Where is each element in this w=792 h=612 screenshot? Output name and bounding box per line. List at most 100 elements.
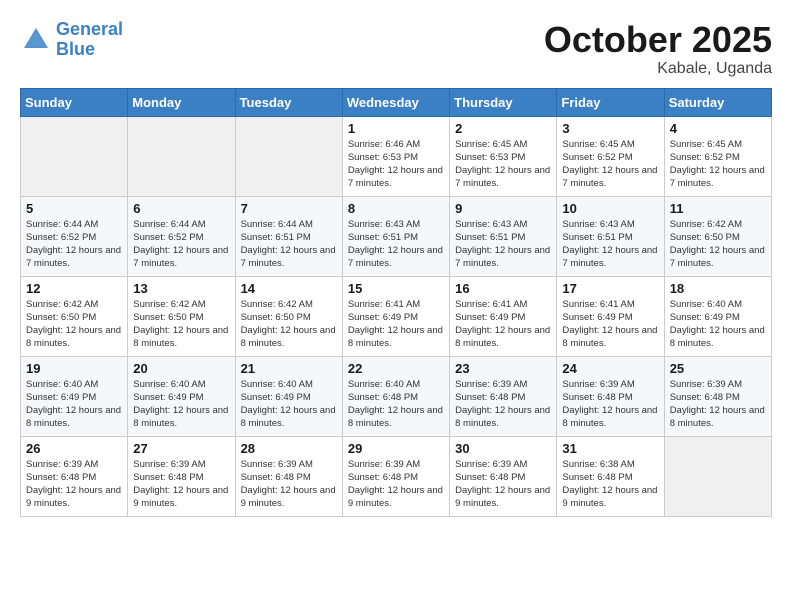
calendar-cell	[664, 436, 771, 516]
day-number: 26	[26, 441, 122, 456]
day-number: 16	[455, 281, 551, 296]
day-info: Sunrise: 6:39 AM Sunset: 6:48 PM Dayligh…	[455, 378, 551, 431]
weekday-header-friday: Friday	[557, 88, 664, 116]
day-number: 23	[455, 361, 551, 376]
day-number: 3	[562, 121, 658, 136]
calendar-cell: 17 Sunrise: 6:41 AM Sunset: 6:49 PM Dayli…	[557, 276, 664, 356]
day-info: Sunrise: 6:43 AM Sunset: 6:51 PM Dayligh…	[348, 218, 444, 271]
day-number: 27	[133, 441, 229, 456]
day-number: 25	[670, 361, 766, 376]
calendar-cell: 8 Sunrise: 6:43 AM Sunset: 6:51 PM Daylig…	[342, 196, 449, 276]
weekday-header-monday: Monday	[128, 88, 235, 116]
page-header: General Blue October 2025 Kabale, Uganda	[20, 20, 772, 78]
calendar-cell: 27 Sunrise: 6:39 AM Sunset: 6:48 PM Dayli…	[128, 436, 235, 516]
title-block: October 2025 Kabale, Uganda	[544, 20, 772, 78]
calendar-cell: 21Sunrise: 6:40 AM Sunset: 6:49 PM Dayli…	[235, 356, 342, 436]
calendar-cell: 31 Sunrise: 6:38 AM Sunset: 6:48 PM Dayli…	[557, 436, 664, 516]
calendar-cell: 22 Sunrise: 6:40 AM Sunset: 6:48 PM Dayli…	[342, 356, 449, 436]
day-number: 24	[562, 361, 658, 376]
day-number: 30	[455, 441, 551, 456]
calendar-cell: 3 Sunrise: 6:45 AM Sunset: 6:52 PM Daylig…	[557, 116, 664, 196]
calendar-cell: 1 Sunrise: 6:46 AM Sunset: 6:53 PM Daylig…	[342, 116, 449, 196]
day-number: 22	[348, 361, 444, 376]
day-info: Sunrise: 6:40 AM Sunset: 6:49 PM Dayligh…	[670, 298, 766, 351]
day-number: 31	[562, 441, 658, 456]
day-info: Sunrise: 6:42 AM Sunset: 6:50 PM Dayligh…	[241, 298, 337, 351]
calendar-cell: 19Sunrise: 6:40 AM Sunset: 6:49 PM Dayli…	[21, 356, 128, 436]
day-info: Sunrise: 6:42 AM Sunset: 6:50 PM Dayligh…	[670, 218, 766, 271]
day-number: 9	[455, 201, 551, 216]
calendar-cell: 28 Sunrise: 6:39 AM Sunset: 6:48 PM Dayli…	[235, 436, 342, 516]
calendar-cell: 10 Sunrise: 6:43 AM Sunset: 6:51 PM Dayli…	[557, 196, 664, 276]
calendar-cell: 5 Sunrise: 6:44 AM Sunset: 6:52 PM Daylig…	[21, 196, 128, 276]
day-number: 6	[133, 201, 229, 216]
day-number: 10	[562, 201, 658, 216]
day-number: 13	[133, 281, 229, 296]
day-info: Sunrise: 6:39 AM Sunset: 6:48 PM Dayligh…	[26, 458, 122, 511]
calendar-cell: 30 Sunrise: 6:39 AM Sunset: 6:48 PM Dayli…	[450, 436, 557, 516]
day-info: Sunrise: 6:43 AM Sunset: 6:51 PM Dayligh…	[455, 218, 551, 271]
calendar-table: SundayMondayTuesdayWednesdayThursdayFrid…	[20, 88, 772, 517]
calendar-cell: 4 Sunrise: 6:45 AM Sunset: 6:52 PM Daylig…	[664, 116, 771, 196]
calendar-cell	[235, 116, 342, 196]
day-number: 8	[348, 201, 444, 216]
day-info: Sunrise: 6:39 AM Sunset: 6:48 PM Dayligh…	[241, 458, 337, 511]
day-number: 14	[241, 281, 337, 296]
day-info: Sunrise: 6:45 AM Sunset: 6:52 PM Dayligh…	[562, 138, 658, 191]
day-number: 4	[670, 121, 766, 136]
day-number: 12	[26, 281, 122, 296]
day-info: Sunrise: 6:44 AM Sunset: 6:51 PM Dayligh…	[241, 218, 337, 271]
day-info: Sunrise: 6:42 AM Sunset: 6:50 PM Dayligh…	[26, 298, 122, 351]
weekday-header-saturday: Saturday	[664, 88, 771, 116]
calendar-cell: 18 Sunrise: 6:40 AM Sunset: 6:49 PM Dayli…	[664, 276, 771, 356]
day-number: 19	[26, 361, 122, 376]
weekday-header-sunday: Sunday	[21, 88, 128, 116]
calendar-cell: 2 Sunrise: 6:45 AM Sunset: 6:53 PM Daylig…	[450, 116, 557, 196]
day-info: Sunrise: 6:39 AM Sunset: 6:48 PM Dayligh…	[670, 378, 766, 431]
day-number: 5	[26, 201, 122, 216]
weekday-header-row: SundayMondayTuesdayWednesdayThursdayFrid…	[21, 88, 772, 116]
logo-text: General Blue	[56, 20, 123, 60]
weekday-header-tuesday: Tuesday	[235, 88, 342, 116]
day-number: 11	[670, 201, 766, 216]
day-info: Sunrise: 6:44 AM Sunset: 6:52 PM Dayligh…	[26, 218, 122, 271]
day-info: Sunrise: 6:45 AM Sunset: 6:53 PM Dayligh…	[455, 138, 551, 191]
calendar-cell: 11 Sunrise: 6:42 AM Sunset: 6:50 PM Dayli…	[664, 196, 771, 276]
day-info: Sunrise: 6:42 AM Sunset: 6:50 PM Dayligh…	[133, 298, 229, 351]
day-info: Sunrise: 6:39 AM Sunset: 6:48 PM Dayligh…	[133, 458, 229, 511]
day-info: Sunrise: 6:39 AM Sunset: 6:48 PM Dayligh…	[562, 378, 658, 431]
day-number: 15	[348, 281, 444, 296]
day-info: Sunrise: 6:44 AM Sunset: 6:52 PM Dayligh…	[133, 218, 229, 271]
day-number: 1	[348, 121, 444, 136]
calendar-cell: 13 Sunrise: 6:42 AM Sunset: 6:50 PM Dayli…	[128, 276, 235, 356]
day-info: Sunrise: 6:40 AM Sunset: 6:49 PM Dayligh…	[133, 378, 229, 431]
weekday-header-thursday: Thursday	[450, 88, 557, 116]
calendar-cell: 12 Sunrise: 6:42 AM Sunset: 6:50 PM Dayli…	[21, 276, 128, 356]
logo: General Blue	[20, 20, 123, 60]
calendar-cell: 7 Sunrise: 6:44 AM Sunset: 6:51 PM Daylig…	[235, 196, 342, 276]
calendar-cell: 9 Sunrise: 6:43 AM Sunset: 6:51 PM Daylig…	[450, 196, 557, 276]
day-info: Sunrise: 6:46 AM Sunset: 6:53 PM Dayligh…	[348, 138, 444, 191]
calendar-cell: 6 Sunrise: 6:44 AM Sunset: 6:52 PM Daylig…	[128, 196, 235, 276]
calendar-week-1: 1 Sunrise: 6:46 AM Sunset: 6:53 PM Daylig…	[21, 116, 772, 196]
calendar-cell: 20Sunrise: 6:40 AM Sunset: 6:49 PM Dayli…	[128, 356, 235, 436]
day-info: Sunrise: 6:39 AM Sunset: 6:48 PM Dayligh…	[348, 458, 444, 511]
calendar-cell	[21, 116, 128, 196]
day-number: 17	[562, 281, 658, 296]
day-info: Sunrise: 6:38 AM Sunset: 6:48 PM Dayligh…	[562, 458, 658, 511]
day-number: 18	[670, 281, 766, 296]
day-info: Sunrise: 6:41 AM Sunset: 6:49 PM Dayligh…	[348, 298, 444, 351]
day-number: 7	[241, 201, 337, 216]
logo-icon	[20, 24, 52, 56]
day-info: Sunrise: 6:43 AM Sunset: 6:51 PM Dayligh…	[562, 218, 658, 271]
day-info: Sunrise: 6:41 AM Sunset: 6:49 PM Dayligh…	[562, 298, 658, 351]
calendar-cell: 24 Sunrise: 6:39 AM Sunset: 6:48 PM Dayli…	[557, 356, 664, 436]
day-number: 2	[455, 121, 551, 136]
day-number: 29	[348, 441, 444, 456]
day-number: 28	[241, 441, 337, 456]
calendar-cell: 29 Sunrise: 6:39 AM Sunset: 6:48 PM Dayli…	[342, 436, 449, 516]
month-title: October 2025	[544, 20, 772, 60]
day-info: Sunrise: 6:40 AM Sunset: 6:48 PM Dayligh…	[348, 378, 444, 431]
day-info: Sunrise: 6:45 AM Sunset: 6:52 PM Dayligh…	[670, 138, 766, 191]
day-info: Sunrise: 6:39 AM Sunset: 6:48 PM Dayligh…	[455, 458, 551, 511]
